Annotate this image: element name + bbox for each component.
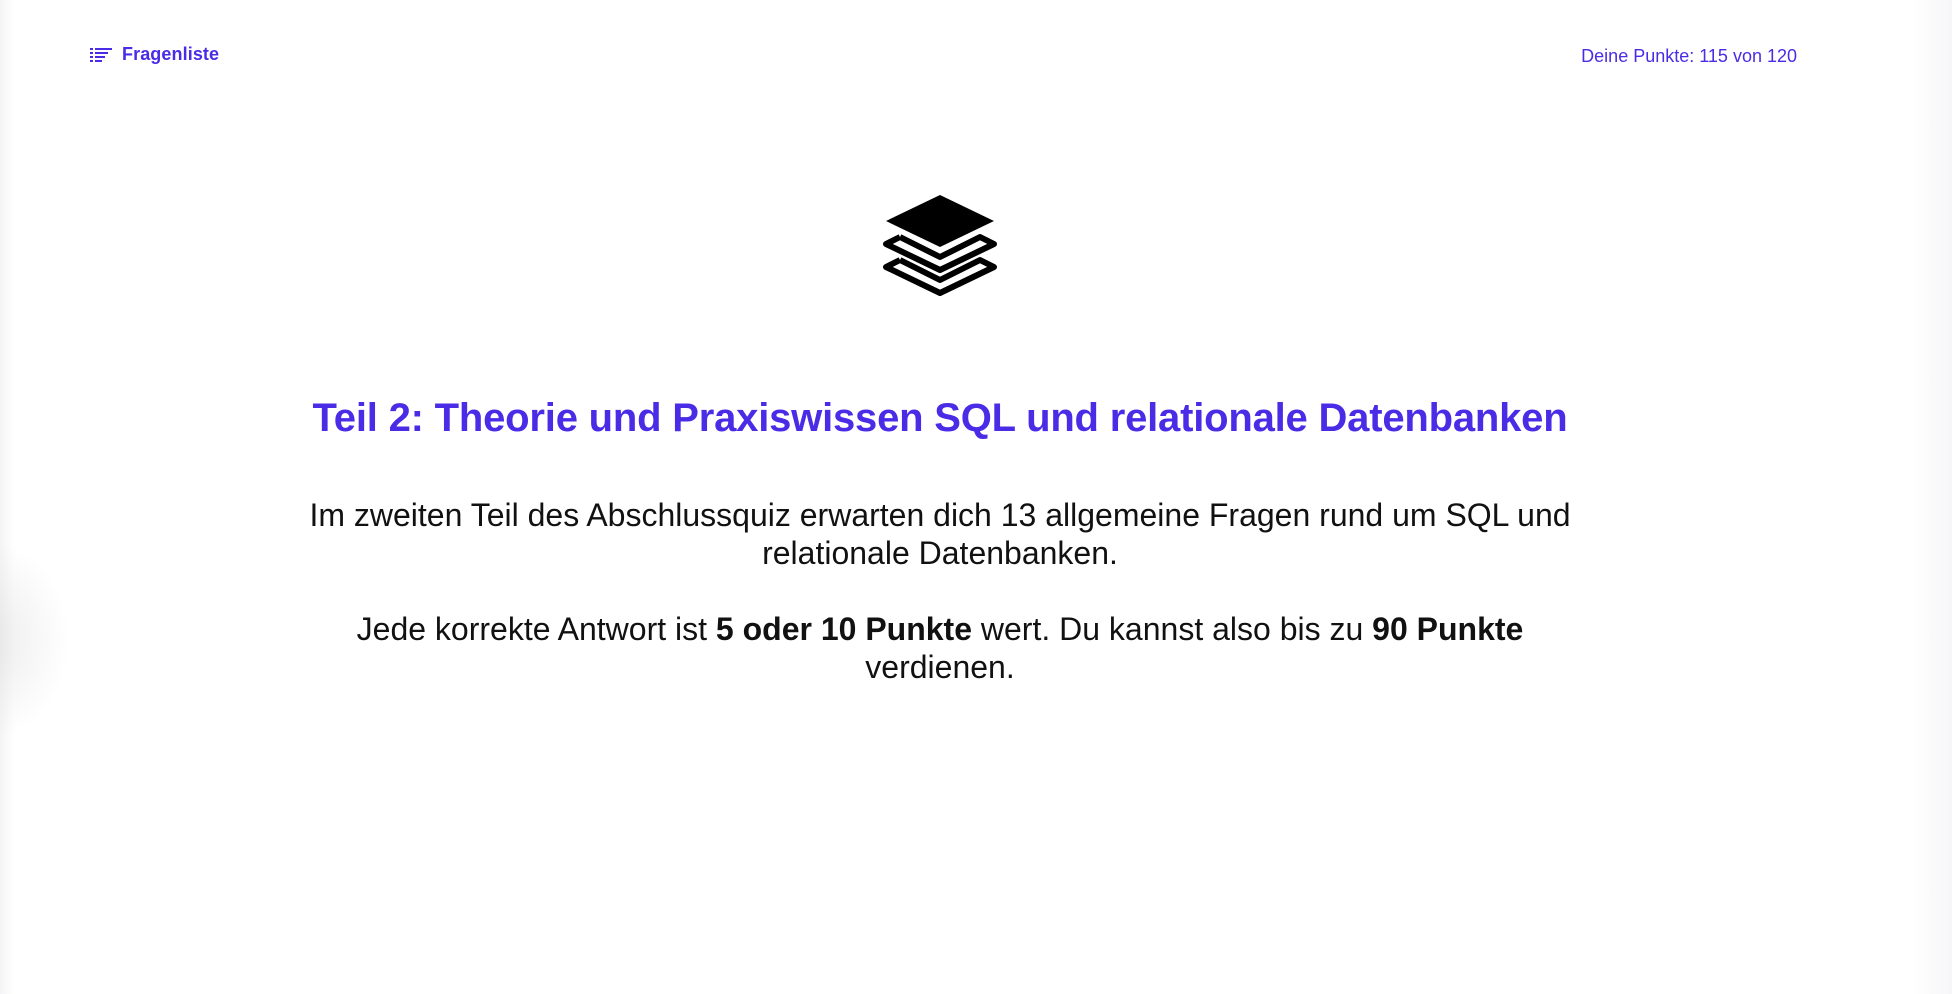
- points-value-bold: 5 oder 10 Punkte: [715, 611, 972, 647]
- left-edge-glow: [0, 540, 70, 740]
- question-list-label: Fragenliste: [122, 44, 220, 64]
- right-edge-shade: [1912, 0, 1952, 994]
- question-list-button[interactable]: Fragenliste: [90, 44, 219, 65]
- points-text-part3: verdienen.: [865, 649, 1015, 685]
- points-text-part1: Jede korrekte Antwort ist: [356, 611, 716, 647]
- section-title: Teil 2: Theorie und Praxiswissen SQL und…: [312, 396, 1568, 440]
- layers-icon: [880, 190, 1000, 300]
- top-bar: Fragenliste Deine Punkte: 115 von 120: [0, 0, 1952, 110]
- points-text-part2: wert. Du kannst also bis zu: [972, 611, 1373, 647]
- max-points-bold: 90 Punkte: [1372, 611, 1524, 647]
- list-icon: [90, 47, 112, 63]
- points-paragraph: Jede korrekte Antwort ist 5 oder 10 Punk…: [300, 610, 1580, 686]
- left-edge-shade: [0, 0, 14, 994]
- intro-paragraph: Im zweiten Teil des Abschlussquiz erwart…: [309, 497, 1571, 571]
- points-display: Deine Punkte: 115 von 120: [1581, 46, 1797, 66]
- quiz-page: Fragenliste Deine Punkte: 115 von 120 Te…: [0, 0, 1952, 994]
